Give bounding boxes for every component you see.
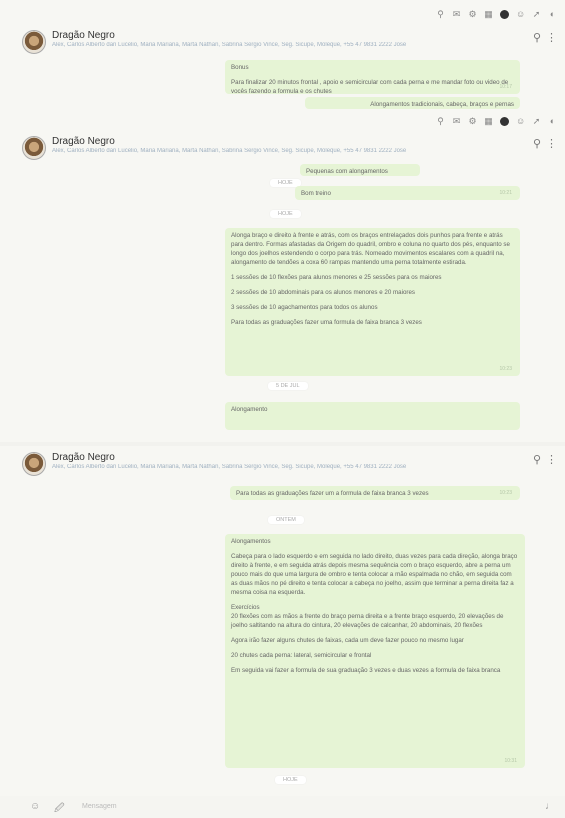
message-time: 10:31 bbox=[504, 758, 517, 764]
menu-icon[interactable]: ⋮ bbox=[546, 453, 557, 466]
message-text: 1 sessões de 10 flexões para alunos meno… bbox=[231, 274, 442, 281]
message-text: 20 chutes cada perna: lateral, semicircu… bbox=[231, 652, 372, 659]
message-text: 3 sessões de 10 agachamentos para todos … bbox=[231, 304, 378, 311]
chat-header[interactable]: Dragão Negro Alex, Carlos Alberto dan Lu… bbox=[0, 132, 565, 162]
emoji-icon[interactable]: ☺ bbox=[30, 801, 40, 812]
status-bar: ⚲ ✉ ⚙ ▦ ☺ ➚ ◐ bbox=[436, 8, 557, 20]
message-text: Agora irão fazer alguns chutes de faixas… bbox=[231, 637, 464, 644]
message-time: 10:23 bbox=[499, 366, 512, 372]
message-time: 10:21 bbox=[499, 190, 512, 196]
message-text: Alonga braço e direito à frente e atrás,… bbox=[231, 232, 510, 266]
message-text: Alongamentos tradicionais, cabeça, braço… bbox=[370, 101, 514, 108]
group-avatar[interactable] bbox=[22, 30, 46, 54]
message-text: Exercícios bbox=[231, 604, 260, 611]
search-status-icon: ⚲ bbox=[437, 115, 444, 126]
group-title: Dragão Negro bbox=[52, 30, 115, 41]
chat-header[interactable]: Dragão Negro Alex, Carlos Alberto dan Lu… bbox=[0, 448, 565, 478]
group-avatar[interactable] bbox=[22, 136, 46, 160]
globe-status-icon: ◐ bbox=[549, 8, 556, 19]
date-divider: 5 DE JUL bbox=[268, 382, 308, 390]
microphone-icon[interactable]: ♩ bbox=[545, 801, 555, 812]
group-title: Dragão Negro bbox=[52, 452, 115, 463]
globe-status-icon: ◐ bbox=[549, 115, 556, 126]
message-text: Bom treino bbox=[301, 190, 331, 197]
date-divider: HOJE bbox=[275, 776, 306, 784]
mail-status-icon: ✉ bbox=[452, 8, 461, 19]
group-avatar[interactable] bbox=[22, 452, 46, 476]
group-members: Alex, Carlos Alberto dan Lucelio, Maria … bbox=[52, 42, 407, 48]
message-text: Para todas as graduações fazer uma formu… bbox=[231, 319, 422, 326]
date-divider: HOJE bbox=[270, 210, 301, 218]
message-text: Para finalizar 20 minutos frontal , apoi… bbox=[231, 79, 509, 95]
message-bubble[interactable]: Alonga braço e direito à frente e atrás,… bbox=[225, 228, 520, 376]
message-text: Para todas as graduações fazer um a form… bbox=[236, 490, 429, 497]
menu-icon[interactable]: ⋮ bbox=[546, 137, 557, 150]
menu-icon[interactable]: ⋮ bbox=[546, 31, 557, 44]
message-text: Pequenas com alongamentos bbox=[306, 168, 388, 175]
search-icon[interactable]: ⚲ bbox=[533, 453, 541, 466]
message-time: 10:23 bbox=[499, 490, 512, 496]
message-text: Alongamentos bbox=[231, 538, 271, 545]
message-input[interactable]: Mensagem bbox=[82, 803, 117, 810]
chat-panel-2: ⚲ ✉ ⚙ ▦ ☺ ➚ ◐ Dragão Negro Alex, Carlos … bbox=[0, 112, 565, 442]
mail-status-icon: ✉ bbox=[452, 115, 461, 126]
gallery-status-icon: ▦ bbox=[484, 115, 493, 126]
message-bubble[interactable]: Alongamentos tradicionais, cabeça, braço… bbox=[305, 97, 520, 109]
record-status-icon bbox=[500, 9, 509, 19]
group-members: Alex, Carlos Alberto dan Lucelio, Maria … bbox=[52, 148, 407, 154]
emoji-status-icon: ☺ bbox=[516, 8, 526, 19]
status-bar: ⚲ ✉ ⚙ ▦ ☺ ➚ ◐ bbox=[436, 115, 557, 127]
message-composer: ☺ 🖉 Mensagem ♩ bbox=[0, 796, 565, 818]
share-status-icon: ➚ bbox=[532, 115, 541, 126]
message-bubble[interactable]: Para todas as graduações fazer um a form… bbox=[230, 486, 520, 500]
search-icon[interactable]: ⚲ bbox=[533, 137, 541, 150]
message-text: Bonus bbox=[231, 64, 249, 71]
search-status-icon: ⚲ bbox=[437, 8, 444, 19]
message-text: 20 flexões com as mãos a frente do braço… bbox=[231, 613, 504, 629]
share-status-icon: ➚ bbox=[532, 8, 541, 19]
message-bubble[interactable]: Pequenas com alongamentos bbox=[300, 164, 420, 176]
gallery-status-icon: ▦ bbox=[484, 8, 493, 19]
message-bubble[interactable]: Bonus Para finalizar 20 minutos frontal … bbox=[225, 60, 520, 95]
date-divider: ONTEM bbox=[268, 516, 304, 524]
message-text: Cabeça para o lado esquerdo e em seguida… bbox=[231, 553, 518, 596]
message-bubble[interactable]: Bom treino 10:21 bbox=[295, 186, 520, 200]
record-status-icon bbox=[500, 116, 509, 126]
message-text: Alongamento bbox=[231, 406, 268, 413]
chat-panel-3: Dragão Negro Alex, Carlos Alberto dan Lu… bbox=[0, 446, 565, 796]
message-text: Em seguida vai fazer a formula de sua gr… bbox=[231, 667, 501, 674]
chat-panel-1: ⚲ ✉ ⚙ ▦ ☺ ➚ ◐ Dragão Negro Alex, Carlos … bbox=[0, 0, 565, 120]
message-time: 10:17 bbox=[499, 84, 512, 90]
attach-icon[interactable]: 🖉 bbox=[54, 801, 65, 818]
settings-status-icon: ⚙ bbox=[468, 115, 477, 126]
message-bubble[interactable]: Alongamento bbox=[225, 402, 520, 430]
message-text: 2 sessões de 10 abdominais para os aluno… bbox=[231, 289, 416, 296]
message-bubble[interactable]: Alongamentos Cabeça para o lado esquerdo… bbox=[225, 534, 525, 768]
settings-status-icon: ⚙ bbox=[468, 8, 477, 19]
group-title: Dragão Negro bbox=[52, 136, 115, 147]
group-members: Alex, Carlos Alberto dan Lucelio, Maria … bbox=[52, 464, 407, 470]
emoji-status-icon: ☺ bbox=[516, 115, 526, 126]
chat-header[interactable]: Dragão Negro Alex, Carlos Alberto dan Lu… bbox=[0, 26, 565, 56]
search-icon[interactable]: ⚲ bbox=[533, 31, 541, 44]
